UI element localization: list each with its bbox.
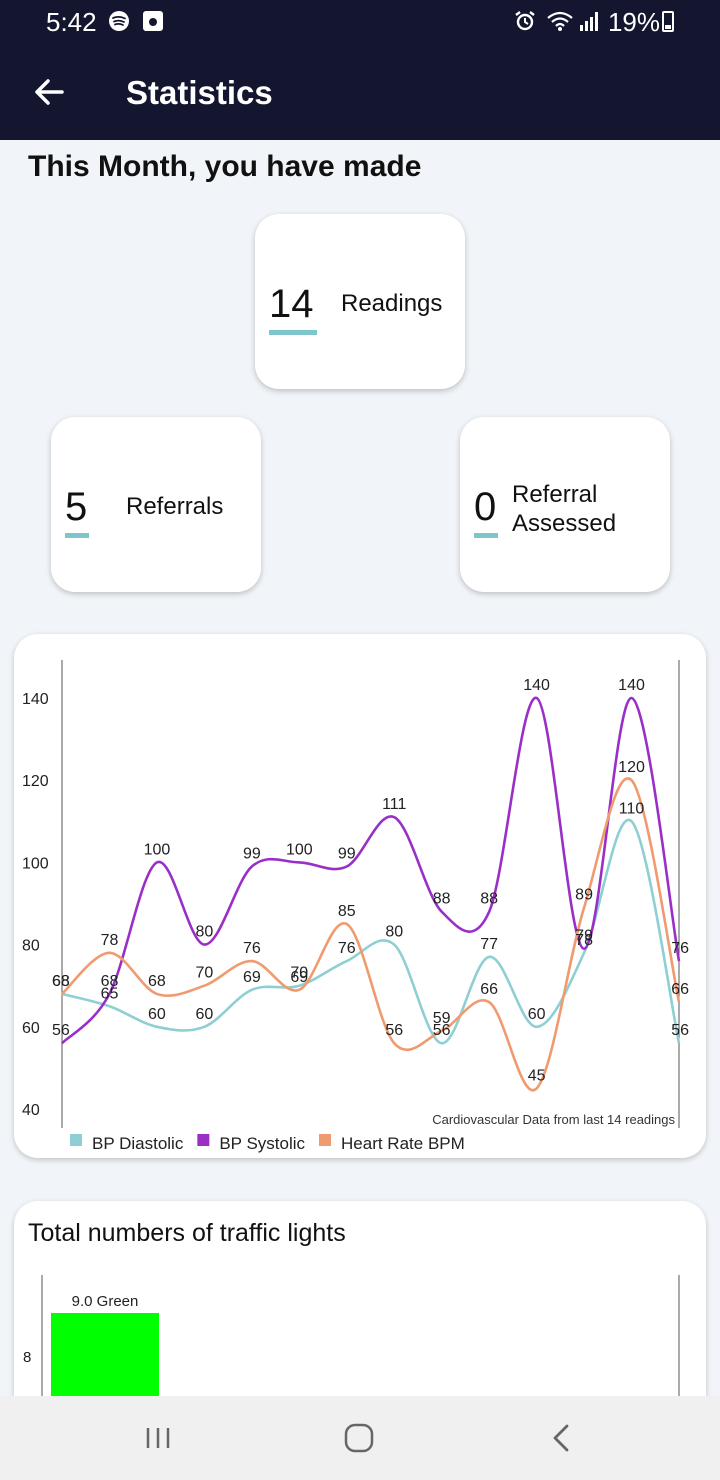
- data-label: 140: [618, 677, 645, 694]
- data-label: 100: [144, 841, 171, 858]
- data-label: 56: [385, 1022, 403, 1039]
- tl-y-tick-label: 8: [23, 1349, 31, 1366]
- y-tick-label: 120: [22, 773, 49, 790]
- referrals-card: 5 Referrals: [51, 417, 261, 592]
- y-tick-label: 40: [22, 1102, 40, 1119]
- home-icon[interactable]: [339, 1418, 379, 1458]
- status-time: 5:42: [46, 7, 97, 37]
- legend-label: Heart Rate BPM: [341, 1134, 465, 1153]
- data-label: 66: [480, 981, 498, 998]
- referrals-label: Referrals: [126, 493, 224, 520]
- battery-icon: [662, 11, 674, 32]
- chart-caption: Cardiovascular Data from last 14 reading…: [432, 1112, 675, 1127]
- data-label: 69: [243, 969, 261, 986]
- data-label: 56: [671, 1022, 689, 1039]
- legend-label: BP Systolic: [219, 1134, 305, 1153]
- status-bar: 5:42 19%: [0, 0, 720, 44]
- data-label: 76: [243, 940, 261, 957]
- data-label: 69: [290, 969, 308, 986]
- back-arrow-icon[interactable]: [30, 72, 70, 112]
- assessed-underline: [474, 533, 498, 538]
- readings-count: 14: [269, 282, 314, 326]
- data-label: 100: [286, 841, 313, 858]
- battery-percent: 19%: [607, 7, 660, 37]
- referrals-underline: [65, 533, 89, 538]
- system-nav-bar: [0, 1396, 720, 1480]
- data-label: 99: [243, 846, 261, 863]
- assessed-card: 0 Referral Assessed: [460, 417, 670, 592]
- legend-swatch: [70, 1134, 82, 1146]
- data-label: 76: [338, 940, 356, 957]
- assessed-count: 0: [474, 485, 497, 529]
- data-label: 45: [528, 1067, 546, 1084]
- data-label: 66: [671, 981, 689, 998]
- cardiovascular-chart-card: 40 60 80 100 120 140 68 65 60 60 69 70 76 80 56 77 60 78 1…: [14, 634, 706, 1158]
- data-label: 79: [575, 928, 593, 945]
- referrals-count: 5: [65, 485, 88, 529]
- y-tick-label: 100: [22, 855, 49, 872]
- data-label: 111: [382, 796, 406, 813]
- recent-apps-icon[interactable]: [138, 1418, 178, 1458]
- data-label: 68: [101, 973, 119, 990]
- data-label: 80: [195, 924, 213, 941]
- data-label: 99: [338, 846, 356, 863]
- wifi-icon: [547, 11, 573, 31]
- data-label: 88: [433, 891, 451, 908]
- summary-heading: This Month, you have made: [28, 150, 422, 183]
- data-label: 56: [52, 1022, 70, 1039]
- data-label: 60: [195, 1006, 213, 1023]
- y-tick-label: 80: [22, 938, 40, 955]
- y-tick-label: 60: [22, 1020, 40, 1037]
- assessed-label-line1: Referral: [512, 481, 598, 508]
- assessed-label-line2: Assessed: [512, 510, 617, 537]
- data-label: 89: [575, 887, 593, 904]
- data-label: 70: [195, 965, 213, 982]
- readings-card: 14 Readings: [255, 214, 465, 389]
- signal-icon: [580, 12, 598, 31]
- data-label: 78: [101, 932, 119, 949]
- data-label: 60: [528, 1006, 546, 1023]
- bar-label-green: 9.0 Green: [72, 1293, 139, 1310]
- page-title: Statistics: [126, 74, 273, 111]
- y-tick-label: 140: [22, 691, 49, 708]
- app-bar: Statistics: [0, 44, 720, 140]
- cardiovascular-chart: 406080100120140686560 6069 707680567760781…: [22, 660, 689, 1153]
- readings-label: Readings: [341, 290, 443, 317]
- data-label: 68: [52, 973, 70, 990]
- media-icon: [143, 11, 163, 31]
- data-label: 140: [523, 677, 550, 694]
- data-label: 60: [148, 1006, 166, 1023]
- data-label: 77: [480, 936, 498, 953]
- data-label: 88: [480, 891, 498, 908]
- data-label: 68: [148, 973, 166, 990]
- data-label: 110: [619, 800, 645, 817]
- data-label: 59: [433, 1010, 451, 1027]
- legend-swatch: [197, 1134, 210, 1146]
- data-label: 76: [671, 940, 689, 957]
- spotify-icon: [109, 11, 129, 31]
- data-label: 85: [338, 903, 356, 920]
- legend-label: BP Diastolic: [92, 1134, 184, 1153]
- nav-back-icon[interactable]: [541, 1418, 581, 1458]
- data-label: 80: [385, 924, 403, 941]
- alarm-icon: [515, 11, 535, 31]
- readings-underline: [269, 330, 317, 335]
- legend-swatch: [319, 1134, 332, 1146]
- data-label: 120: [618, 759, 645, 776]
